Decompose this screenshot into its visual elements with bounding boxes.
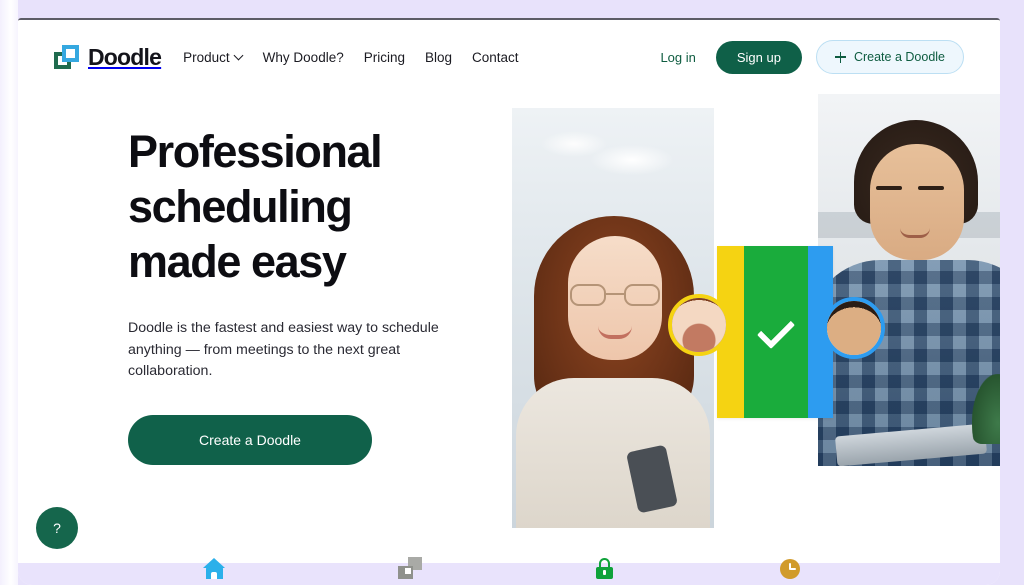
- nav-item-product-label: Product: [183, 49, 230, 65]
- page-frame: Doodle Product Why Doodle? Pricing Blog …: [0, 0, 1024, 585]
- site-header: Doodle Product Why Doodle? Pricing Blog …: [18, 20, 1000, 94]
- brand-logo-link[interactable]: Doodle: [54, 43, 162, 71]
- nav-item-why-doodle[interactable]: Why Doodle?: [263, 50, 344, 65]
- header-actions: Log in Sign up Create a Doodle: [654, 40, 964, 74]
- brand-name: Doodle: [88, 43, 162, 70]
- avatar-right-image: [827, 301, 881, 355]
- hero-subcopy: Doodle is the fastest and easiest way to…: [128, 320, 439, 379]
- photo-right-plant: [972, 374, 1000, 444]
- browser-page-card: Doodle Product Why Doodle? Pricing Blog …: [18, 18, 1000, 585]
- nav-item-pricing-label: Pricing: [363, 49, 405, 65]
- hero-copy: Professional scheduling made easy Doodle…: [128, 124, 468, 465]
- hero-image-collage: [493, 94, 1000, 528]
- create-doodle-cta-button[interactable]: Create a Doodle: [128, 414, 372, 465]
- clock-icon-item[interactable]: [770, 545, 810, 579]
- plus-icon: [834, 51, 846, 63]
- photo-left-body: [516, 378, 710, 528]
- clock-icon: [780, 559, 800, 579]
- chevron-down-icon: [235, 52, 243, 60]
- headline-line-3: made easy: [128, 236, 347, 287]
- squares-icon-front: [398, 566, 413, 579]
- nav-item-blog[interactable]: Blog: [425, 50, 452, 65]
- nav-item-blog-label: Blog: [424, 49, 453, 65]
- lock-icon: [595, 558, 613, 579]
- nav-item-why-doodle-label: Why Doodle?: [262, 49, 344, 65]
- clock-icon-hour-hand: [789, 568, 796, 570]
- home-icon-door: [211, 572, 217, 579]
- nav-item-contact-label: Contact: [472, 49, 519, 65]
- glasses-lens-left: [570, 284, 606, 306]
- scheduling-card-graphic: [717, 246, 833, 418]
- headline-line-1: Professional: [128, 126, 383, 177]
- photo-right-face: [870, 144, 964, 260]
- nav-item-pricing[interactable]: Pricing: [364, 50, 405, 65]
- photo-left-glasses: [570, 284, 660, 306]
- strip-underlay: [18, 563, 1000, 585]
- create-doodle-header-label: Create a Doodle: [853, 50, 945, 64]
- glasses-bridge: [606, 293, 624, 295]
- nav-item-product[interactable]: Product: [183, 50, 243, 65]
- headline-line-2: scheduling: [128, 181, 353, 232]
- avatar-left: [668, 294, 730, 356]
- photo-right-brow-right: [918, 186, 944, 190]
- lock-icon-body: [595, 567, 613, 579]
- login-link[interactable]: Log in: [654, 46, 701, 69]
- home-icon-item[interactable]: [194, 545, 234, 579]
- card-band-green: [744, 246, 808, 418]
- squares-icon: [398, 557, 422, 579]
- avatar-left-image: [672, 298, 726, 352]
- nav-item-contact[interactable]: Contact: [472, 50, 519, 65]
- squares-icon-item[interactable]: [390, 545, 430, 579]
- glasses-lens-right: [624, 284, 660, 306]
- checkmark-icon: [756, 310, 796, 350]
- hero-section: Professional scheduling made easy Doodle…: [18, 94, 1000, 528]
- doodle-squares-logo-icon: [54, 45, 79, 69]
- logo-blue-square: [62, 45, 79, 62]
- photo-right-brow-left: [876, 186, 902, 190]
- signup-button[interactable]: Sign up: [715, 40, 802, 74]
- home-icon: [203, 558, 225, 579]
- page-left-gutter: [0, 0, 18, 585]
- lock-icon-item[interactable]: [584, 545, 624, 579]
- avatar-right: [823, 297, 885, 359]
- page-title: Professional scheduling made easy: [128, 124, 468, 289]
- main-navigation: Product Why Doodle? Pricing Blog Contact: [183, 50, 518, 65]
- help-button[interactable]: ?: [36, 507, 78, 549]
- create-doodle-header-button[interactable]: Create a Doodle: [815, 40, 964, 74]
- hero-photo-right: [818, 94, 1000, 466]
- bottom-icon-strip: [18, 527, 1000, 585]
